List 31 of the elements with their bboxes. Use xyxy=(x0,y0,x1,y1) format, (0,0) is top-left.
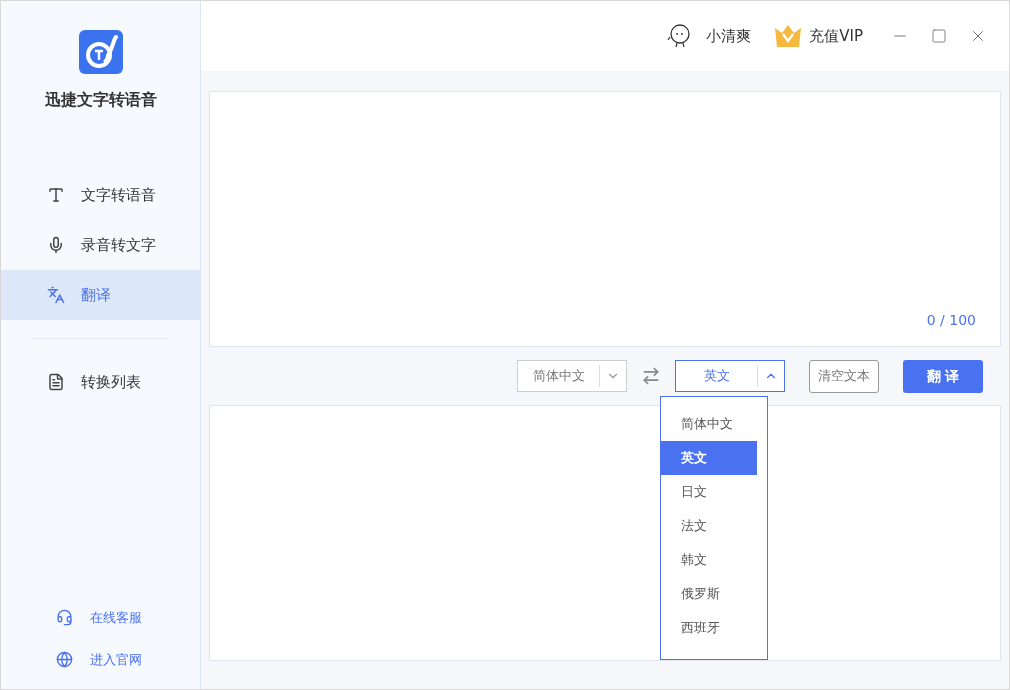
maximize-icon[interactable] xyxy=(931,28,947,44)
dropdown-option[interactable]: 西班牙 xyxy=(661,611,757,645)
headset-icon xyxy=(56,609,73,627)
user-name[interactable]: 小清爽 xyxy=(706,24,752,48)
source-text-area[interactable]: 0 / 100 xyxy=(209,91,1001,347)
dropdown-option[interactable]: 英文 xyxy=(661,441,757,475)
sidebar-link[interactable]: 进入官网 xyxy=(90,649,142,669)
dropdown-option[interactable]: 韩文 xyxy=(661,543,757,577)
dropdown-option[interactable]: 俄罗斯 xyxy=(661,577,757,611)
sidebar-item[interactable]: 录音转文字 xyxy=(1,220,200,270)
dropdown-option[interactable]: 简体中文 xyxy=(661,407,757,441)
crown-icon xyxy=(773,24,804,48)
sidebar-item[interactable]: 转换列表 xyxy=(1,357,200,407)
translate-icon xyxy=(47,286,65,304)
sidebar-link[interactable]: 在线客服 xyxy=(90,608,142,628)
app-logo-icon xyxy=(78,30,123,74)
microphone-icon xyxy=(47,236,65,254)
character-counter: 0 / 100 xyxy=(926,311,976,330)
cartoon-avatar-icon xyxy=(666,23,693,49)
sidebar-item[interactable]: 文字转语音 xyxy=(1,170,200,220)
source-language-select[interactable]: 简体中文 xyxy=(517,360,627,392)
app-name: 迅捷文字转语音 xyxy=(44,89,157,111)
target-language-select[interactable]: 英文 xyxy=(675,360,785,392)
dropdown-option[interactable]: 法文 xyxy=(661,509,757,543)
dropdown-option[interactable]: 日文 xyxy=(661,475,757,509)
translate-button[interactable]: 翻 译 xyxy=(903,359,983,393)
clear-text-button[interactable]: 清空文本 xyxy=(809,359,879,393)
sidebar-item[interactable]: 翻译 xyxy=(1,270,200,320)
vip-link[interactable]: 充值VIP xyxy=(809,24,863,48)
swap-icon[interactable] xyxy=(641,366,661,386)
globe-icon xyxy=(56,650,73,668)
